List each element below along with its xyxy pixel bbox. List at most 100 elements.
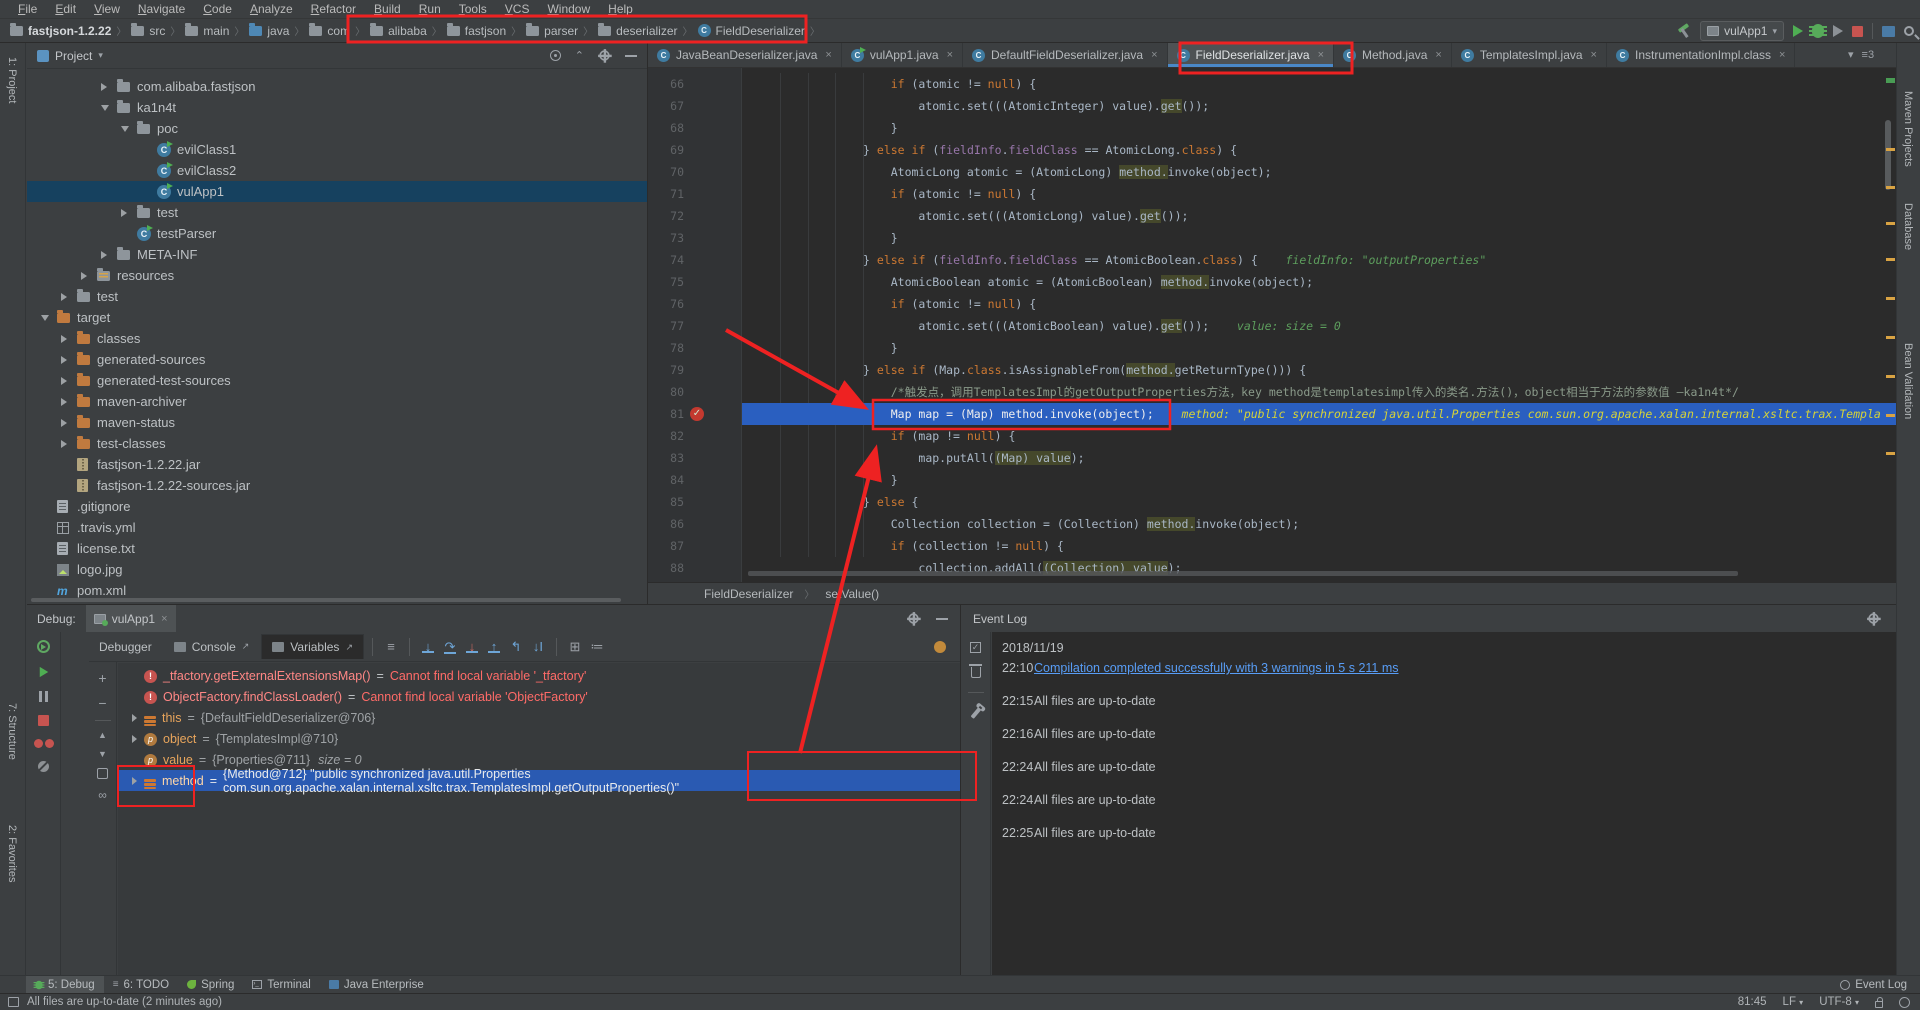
project-horizontal-scrollbar[interactable] [27,596,647,604]
menu-vcs[interactable]: VCS [497,1,538,17]
tab-list-control[interactable]: ▾≡3 [1848,48,1912,61]
threads-view-icon[interactable]: ≡ [381,639,401,654]
code-line-81[interactable]: Map map = (Map) method.invoke(object); m… [742,403,1896,425]
tree-item-generated-test-sources[interactable]: generated-test-sources [27,370,648,391]
force-step-over-icon[interactable]: ↓ [462,639,482,654]
code-line-77[interactable]: atomic.set(((AtomicBoolean) value).get()… [742,315,1896,337]
tree-item-testParser[interactable]: C testParser [27,223,648,244]
status-icon[interactable] [8,997,19,1007]
warning-stripe-mark[interactable] [1886,222,1895,225]
code-line-68[interactable]: } [742,117,1896,139]
tree-item-ka1n4t[interactable]: ka1n4t [27,97,648,118]
breadcrumb-item[interactable]: java [247,24,291,38]
menu-tools[interactable]: Tools [451,1,495,17]
tree-item-test-classes[interactable]: test-classes [27,433,648,454]
menu-view[interactable]: View [86,1,128,17]
menu-refactor[interactable]: Refactor [303,1,364,17]
build-hammer-icon[interactable] [1677,24,1691,38]
tool-button-6: TODO[interactable]: ≡6: TODO [104,976,178,994]
caret-position[interactable]: 81:45 [1738,996,1767,1008]
debugger-tab-debugger[interactable]: Debugger [89,635,162,659]
tool-button-bean-validation[interactable]: Bean Validation [1902,343,1914,419]
breadcrumb-item[interactable]: fastjson [445,24,508,38]
menu-navigate[interactable]: Navigate [130,1,193,17]
menu-build[interactable]: Build [366,1,409,17]
project-panel-title[interactable]: Project [55,49,92,63]
debug-button[interactable] [1812,24,1824,38]
editor-horizontal-scrollbar[interactable] [748,571,1738,576]
code-line-85[interactable]: } else { [742,491,1896,513]
editor-tab-DefaultFieldDeserializer.java[interactable]: CDefaultFieldDeserializer.java× [963,43,1168,67]
tool-button-Event Log[interactable]: Event Log [1831,976,1916,994]
tree-item-vulApp1[interactable]: C vulApp1 [27,181,648,202]
clear-log-icon[interactable] [971,667,981,678]
remove-watch-icon[interactable]: − [98,695,106,711]
close-tab-icon[interactable]: × [1779,49,1785,61]
code-line-66[interactable]: if (atomic != null) { [742,73,1896,95]
variable-row-method[interactable]: method={Method@712} "public synchronized… [118,770,960,791]
tool-button-favorites[interactable]: 2: Favorites [6,825,18,882]
close-tab-icon[interactable]: × [1318,49,1324,61]
breadcrumb-item[interactable]: parser [524,24,580,38]
drop-frame-icon[interactable]: ↰ [506,639,526,655]
variable-row-_tfactory.getExternalExtensionsMap()[interactable]: !_tfactory.getExternalExtensionsMap()=Ca… [118,665,960,686]
search-everywhere-icon[interactable] [1904,26,1914,36]
tree-item-target[interactable]: target [27,307,648,328]
close-session-icon[interactable]: × [161,613,167,625]
menu-analyze[interactable]: Analyze [242,1,301,17]
tree-item-evilClass1[interactable]: C evilClass1 [27,139,648,160]
close-tab-icon[interactable]: × [825,49,831,61]
tree-item-resources[interactable]: resources [27,265,648,286]
debug-settings-gear-icon[interactable] [908,613,918,623]
readonly-lock-icon[interactable] [1875,1001,1883,1008]
editor-tab-InstrumentationImpl.class[interactable]: CInstrumentationImpl.class× [1607,43,1796,67]
menu-help[interactable]: Help [600,1,641,17]
code-editor[interactable]: 66if (atomic != null) {67atomic.set(((At… [648,68,1896,582]
tree-item-poc[interactable]: poc [27,118,648,139]
code-line-83[interactable]: map.putAll((Map) value); [742,447,1896,469]
run-to-cursor-icon[interactable]: ↓I [528,639,548,654]
breadcrumb-item[interactable]: src [129,24,167,38]
code-line-69[interactable]: } else if (fieldInfo.fieldClass == Atomi… [742,139,1896,161]
close-tab-icon[interactable]: × [1151,49,1157,61]
tree-item-license.txt[interactable]: license.txt [27,538,648,559]
breadcrumb-item[interactable]: com [307,24,352,38]
breadcrumb-item[interactable]: alibaba [368,24,429,38]
warning-stripe-mark[interactable] [1886,297,1895,300]
tool-button-structure[interactable]: 7: Structure [6,703,18,760]
editor-tab-JavaBeanDeserializer.java[interactable]: CJavaBeanDeserializer.java× [648,43,842,67]
stop-button[interactable] [1852,26,1863,37]
locate-file-icon[interactable] [550,50,561,61]
code-line-71[interactable]: if (atomic != null) { [742,183,1896,205]
tree-item-maven-archiver[interactable]: maven-archiver [27,391,648,412]
tree-item-.gitignore[interactable]: .gitignore [27,496,648,517]
event-log-settings-gear-icon[interactable] [1868,613,1878,623]
close-tab-icon[interactable]: × [1435,49,1441,61]
code-line-74[interactable]: } else if (fieldInfo.fieldClass == Atomi… [742,249,1896,271]
run-configuration-select[interactable]: vulApp1 ▾ [1700,21,1784,41]
code-line-67[interactable]: atomic.set(((AtomicInteger) value).get()… [742,95,1896,117]
variable-row-this[interactable]: this={DefaultFieldDeserializer@706} [118,707,960,728]
editor-vertical-scrollbar[interactable] [1885,120,1891,190]
tree-item-com.alibaba.fastjson[interactable]: com.alibaba.fastjson [27,76,648,97]
code-line-75[interactable]: AtomicBoolean atomic = (AtomicBoolean) m… [742,271,1896,293]
move-watch-up-icon[interactable]: ▲ [98,730,107,740]
variable-row-object[interactable]: pobject={TemplatesImpl@710} [118,728,960,749]
log-settings-wrench-icon[interactable] [970,707,981,719]
pause-icon[interactable] [39,691,48,702]
tool-button-database[interactable]: Database [1902,203,1914,250]
breadcrumb-item[interactable]: main [183,24,231,38]
tool-button-5: Debug[interactable]: 5: Debug [26,976,104,994]
editor-breadcrumb-item[interactable]: setValue() [825,587,879,601]
collapse-all-icon[interactable]: ⌃ [575,49,584,62]
hide-project-panel-icon[interactable] [625,55,637,57]
background-tasks-icon[interactable] [1899,997,1910,1008]
tree-item-fastjson-1.2.22-sources.jar[interactable]: fastjson-1.2.22-sources.jar [27,475,648,496]
close-tab-icon[interactable]: × [1591,49,1597,61]
evaluate-expression-icon[interactable]: ⊞ [565,639,585,655]
mute-breakpoints-icon[interactable] [38,761,49,772]
tool-button-Spring[interactable]: Spring [178,976,243,994]
breadcrumb-item[interactable]: deserializer [596,24,679,38]
code-line-78[interactable]: } [742,337,1896,359]
event-log-link[interactable]: Compilation completed successfully with … [1034,658,1399,691]
